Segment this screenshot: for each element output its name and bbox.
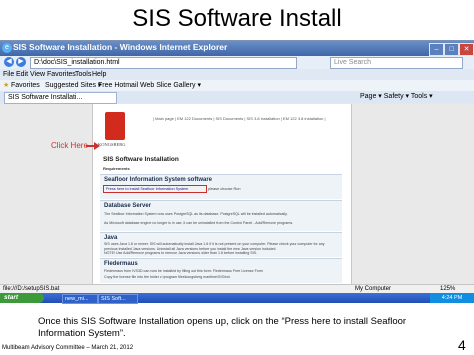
taskbar-item[interactable]: new_mi... <box>62 294 98 304</box>
section-fledermaus: Fledermaus Fledermaus from IVS3D can now… <box>100 258 342 283</box>
section-sis-software: Seafloor Information System software Pre… <box>100 174 342 199</box>
section-java: Java SIS uses Java 1.6 or newer. SIS wil… <box>100 232 342 257</box>
star-icon: ★ <box>3 82 10 89</box>
menu-view[interactable]: View <box>30 70 45 80</box>
section-text: NOTE! Use Add/Remove programs to remove … <box>104 251 258 255</box>
menu-file[interactable]: File <box>3 70 14 80</box>
forward-button[interactable]: ▶ <box>16 57 26 67</box>
window-title: SIS Software Installation - Windows Inte… <box>13 42 228 52</box>
top-navigation-links[interactable]: | Main page | EM 122 Documents | SIS Doc… <box>153 116 326 121</box>
section-text: Copy the license file into the folder c:… <box>104 275 231 279</box>
suggested-sites-link[interactable]: Suggested Sites ▾ <box>45 80 101 91</box>
menu-bar: File Edit View Favorites Tools Help <box>0 70 474 80</box>
logo-text: KONGSBERG <box>98 142 126 147</box>
slide-caption: Once this SIS Software Installation open… <box>38 316 407 339</box>
section-text: Fledermaus from IVS3D can now be install… <box>104 269 263 273</box>
title-bar: e SIS Software Installation - Windows In… <box>0 41 474 56</box>
section-text: SIS uses Java 1.6 or newer. SIS will aut… <box>104 242 325 251</box>
start-button[interactable]: start <box>0 293 44 303</box>
section-text: As Microsoft database engine no longer i… <box>104 221 294 225</box>
browser-window: e SIS Software Installation - Windows In… <box>0 40 474 304</box>
slide-footer: Multibeam Advisory Committee – March 21,… <box>2 345 134 351</box>
taskbar-item[interactable]: SIS Soft... <box>98 294 138 304</box>
web-page: KONGSBERG | Main page | EM 122 Documents… <box>92 104 352 284</box>
search-input[interactable]: Live Search <box>330 57 463 69</box>
internet-explorer-icon: e <box>2 43 12 53</box>
arrow-head-icon <box>94 142 100 150</box>
menu-favorites[interactable]: Favorites <box>47 70 76 80</box>
click-here-callout: Click Here <box>51 141 88 150</box>
section-title: Seafloor Information System software <box>104 177 213 183</box>
kongsberg-logo <box>105 112 125 140</box>
command-bar[interactable]: Page ▾ Safety ▾ Tools ▾ <box>360 91 433 103</box>
page-heading: SIS Software Installation <box>103 156 179 163</box>
menu-tools[interactable]: Tools <box>75 70 91 80</box>
favorites-bar: ★ Favorites Suggested Sites ▾ Free Hotma… <box>0 80 474 91</box>
web-slice-gallery-link[interactable]: Web Slice Gallery ▾ <box>140 80 201 91</box>
requirements-label: Requirements <box>103 166 130 171</box>
maximize-button[interactable]: □ <box>444 43 459 56</box>
address-field[interactable]: D:\doc\SIS_installation.html <box>30 57 297 69</box>
address-bar: ◀ ▶ D:\doc\SIS_installation.html Live Se… <box>0 56 474 69</box>
section-title: Java <box>104 235 118 241</box>
page-number: 4 <box>458 337 466 353</box>
menu-help[interactable]: Help <box>92 70 106 80</box>
run-instruction: please choose Run <box>208 187 241 191</box>
install-sis-link[interactable]: Press here to install Seafloor Informati… <box>103 185 207 193</box>
tab-sis-installation[interactable]: SIS Software Installati... <box>4 92 117 104</box>
taskbar: start new_mi... SIS Soft... 4:24 PM <box>0 293 474 304</box>
back-button[interactable]: ◀ <box>4 57 14 67</box>
system-clock: 4:24 PM <box>430 293 474 303</box>
slide-title: SIS Software Install <box>132 5 342 32</box>
section-text: The Seafloor Information System now uses… <box>104 212 288 216</box>
section-database-server: Database Server The Seafloor Information… <box>100 200 342 231</box>
menu-edit[interactable]: Edit <box>16 70 28 80</box>
favorites-button[interactable]: Favorites <box>11 80 40 91</box>
section-title: Fledermaus <box>104 261 138 267</box>
minimize-button[interactable]: – <box>429 43 444 56</box>
tab-bar: SIS Software Installati... Page ▾ Safety… <box>0 91 474 104</box>
section-title: Database Server <box>104 203 152 209</box>
close-button[interactable]: ✕ <box>459 43 474 56</box>
page-viewport: KONGSBERG | Main page | EM 122 Documents… <box>0 104 474 284</box>
free-hotmail-link[interactable]: Free Hotmail <box>98 80 138 91</box>
